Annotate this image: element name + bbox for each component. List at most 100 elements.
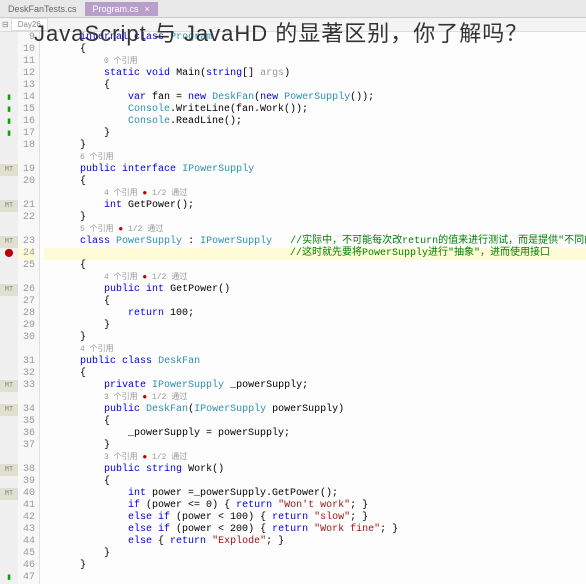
gutter-mark: [0, 392, 18, 404]
code-line[interactable]: if (power <= 0) { return "Won't work"; }: [44, 500, 586, 512]
line-number: 24: [18, 248, 35, 260]
gutter-mark: ▮: [0, 116, 18, 128]
line-number: [18, 392, 35, 404]
line-number: 26: [18, 284, 35, 296]
line-number: [18, 452, 35, 464]
line-number: 22: [18, 212, 35, 224]
gutter-mark: [0, 80, 18, 92]
code-line[interactable]: }: [44, 140, 586, 152]
code-line[interactable]: }: [44, 332, 586, 344]
line-number: 31: [18, 356, 35, 368]
gutter-mark: [0, 536, 18, 548]
code-line[interactable]: 3 个引用 ● 1/2 通过: [44, 452, 586, 464]
code-line[interactable]: 4 个引用 ● 1/2 通过: [44, 272, 586, 284]
gutter-mark: [0, 308, 18, 320]
line-number: 40: [18, 488, 35, 500]
code-line[interactable]: class PowerSupply : IPowerSupply //实际中，不…: [44, 236, 586, 248]
code-content[interactable]: internal class Program { 0 个引用 static vo…: [40, 32, 586, 584]
gutter-mark: [0, 272, 18, 284]
code-line[interactable]: private IPowerSupply _powerSupply;: [44, 380, 586, 392]
gutter-mark: [0, 344, 18, 356]
line-number: [18, 224, 35, 236]
gutter-mark: [0, 260, 18, 272]
gutter-mark: [0, 32, 18, 44]
code-line[interactable]: public interface IPowerSupply: [44, 164, 586, 176]
gutter-mark: MT: [0, 164, 18, 176]
line-number: 39: [18, 476, 35, 488]
tab-deskfantests[interactable]: DeskFanTests.cs: [0, 2, 85, 16]
code-line[interactable]: int GetPower();: [44, 200, 586, 212]
code-line[interactable]: [44, 572, 586, 584]
gutter-mark: [0, 188, 18, 200]
line-number: [18, 344, 35, 356]
line-number: [18, 272, 35, 284]
code-line[interactable]: 4 个引用: [44, 344, 586, 356]
code-line[interactable]: }: [44, 128, 586, 140]
gutter-mark: MT: [0, 236, 18, 248]
code-editor[interactable]: ▮▮▮▮MTMTMT⬤MTMTMTMTMT▮ 91011121314151617…: [0, 32, 586, 584]
tab-program-active[interactable]: Program.cs: [85, 2, 158, 16]
code-line[interactable]: else if (power < 100) { return "slow"; }: [44, 512, 586, 524]
code-line[interactable]: {: [44, 80, 586, 92]
code-line[interactable]: public DeskFan(IPowerSupply powerSupply): [44, 404, 586, 416]
line-number: 30: [18, 332, 35, 344]
code-line[interactable]: {: [44, 260, 586, 272]
gutter-mark: [0, 332, 18, 344]
gutter-mark: MT: [0, 488, 18, 500]
gutter-mark: [0, 416, 18, 428]
code-line[interactable]: public int GetPower(): [44, 284, 586, 296]
code-line[interactable]: }: [44, 440, 586, 452]
code-line[interactable]: return 100;: [44, 308, 586, 320]
gutter-mark: [0, 560, 18, 572]
code-line[interactable]: {: [44, 368, 586, 380]
gutter-mark: [0, 320, 18, 332]
code-line[interactable]: Console.ReadLine();: [44, 116, 586, 128]
line-number: 14: [18, 92, 35, 104]
code-line[interactable]: 4 个引用 ● 1/2 通过: [44, 188, 586, 200]
gutter-mark: [0, 212, 18, 224]
pin-icon[interactable]: ⊟: [2, 20, 9, 29]
line-number: 37: [18, 440, 35, 452]
code-line[interactable]: //这时就先要将PowerSupply进行"抽象"，进而使用接口: [44, 248, 586, 260]
code-line[interactable]: }: [44, 212, 586, 224]
gutter-mark: [0, 152, 18, 164]
code-line[interactable]: int power =_powerSupply.GetPower();: [44, 488, 586, 500]
gutter-mark: [0, 176, 18, 188]
code-line[interactable]: static void Main(string[] args): [44, 68, 586, 80]
line-number: 34: [18, 404, 35, 416]
code-line[interactable]: {: [44, 476, 586, 488]
line-number: 28: [18, 308, 35, 320]
code-line[interactable]: Console.WriteLine(fan.Work());: [44, 104, 586, 116]
code-line[interactable]: }: [44, 560, 586, 572]
gutter-mark: [0, 68, 18, 80]
code-line[interactable]: public class DeskFan: [44, 356, 586, 368]
code-line[interactable]: 6 个引用: [44, 152, 586, 164]
code-line[interactable]: {: [44, 296, 586, 308]
line-number: 23: [18, 236, 35, 248]
line-number: 20: [18, 176, 35, 188]
line-number: 16: [18, 116, 35, 128]
code-line[interactable]: 3 个引用 ● 1/2 通过: [44, 392, 586, 404]
gutter-marks: ▮▮▮▮MTMTMT⬤MTMTMTMTMT▮: [0, 32, 18, 584]
line-number: 9: [18, 32, 35, 44]
line-number: 47: [18, 572, 35, 584]
code-line[interactable]: }: [44, 320, 586, 332]
gutter-mark: [0, 140, 18, 152]
line-number: 41: [18, 500, 35, 512]
code-line[interactable]: {: [44, 176, 586, 188]
gutter-mark: ⬤: [0, 248, 18, 260]
code-line[interactable]: else { return "Explode"; }: [44, 536, 586, 548]
gutter-mark: MT: [0, 200, 18, 212]
line-number: 33: [18, 380, 35, 392]
code-line[interactable]: 5 个引用 ● 1/2 通过: [44, 224, 586, 236]
code-line[interactable]: _powerSupply = powerSupply;: [44, 428, 586, 440]
code-line[interactable]: public string Work(): [44, 464, 586, 476]
code-line[interactable]: {: [44, 416, 586, 428]
code-line[interactable]: 0 个引用: [44, 56, 586, 68]
code-line[interactable]: }: [44, 548, 586, 560]
code-line[interactable]: else if (power < 200) { return "Work fin…: [44, 524, 586, 536]
gutter-mark: MT: [0, 404, 18, 416]
gutter-mark: [0, 56, 18, 68]
code-line[interactable]: var fan = new DeskFan(new PowerSupply())…: [44, 92, 586, 104]
gutter-mark: [0, 524, 18, 536]
